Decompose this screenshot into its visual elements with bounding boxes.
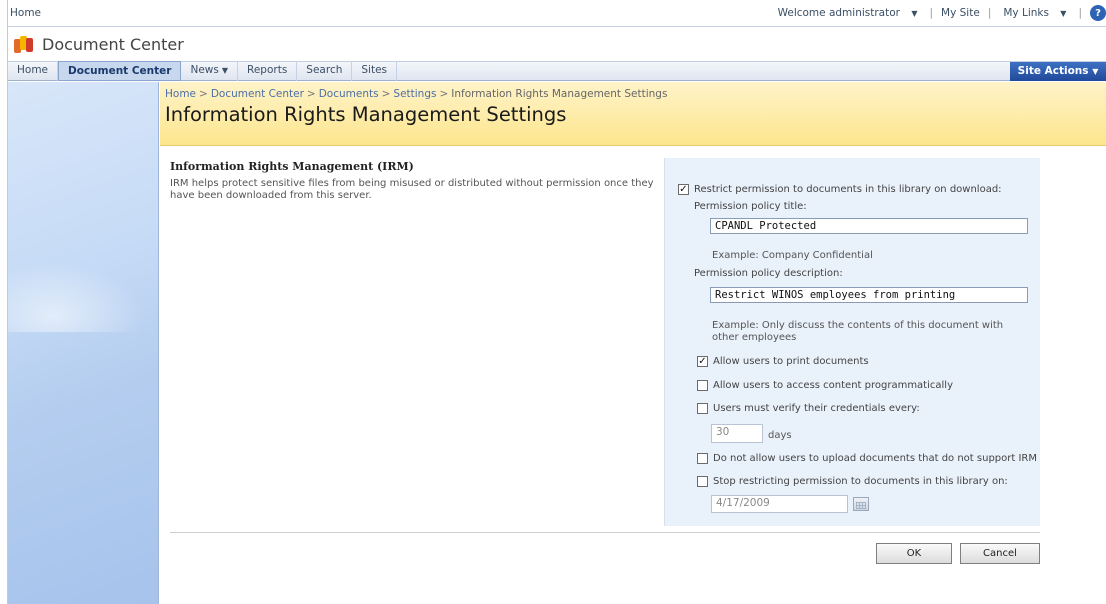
- restrict-permission-option: ✓ Restrict permission to documents in th…: [678, 184, 1002, 195]
- breadcrumb-document-center[interactable]: Document Center: [211, 88, 304, 100]
- allow-programmatic-checkbox[interactable]: [697, 380, 708, 391]
- breadcrumb-sep: >: [439, 88, 449, 100]
- my-links-label: My Links: [1003, 7, 1049, 19]
- separator: |: [987, 7, 992, 19]
- allow-print-option: ✓ Allow users to print documents: [697, 356, 869, 367]
- policy-description-example: Example: Only discuss the contents of th…: [712, 320, 1004, 343]
- no-upload-option: Do not allow users to upload documents t…: [697, 453, 1037, 464]
- days-label: days: [768, 430, 792, 441]
- nav-tab-reports[interactable]: Reports: [238, 61, 298, 81]
- allow-print-label: Allow users to print documents: [713, 356, 869, 367]
- nav-tab-news[interactable]: News ▼: [181, 61, 239, 81]
- breadcrumb-documents[interactable]: Documents: [319, 88, 379, 100]
- allow-print-checkbox[interactable]: ✓: [697, 356, 708, 367]
- allow-programmatic-label: Allow users to access content programmat…: [713, 380, 953, 391]
- calendar-icon[interactable]: [853, 497, 869, 511]
- restrict-permission-checkbox[interactable]: ✓: [678, 184, 689, 195]
- verify-credentials-option: Users must verify their credentials ever…: [697, 403, 920, 414]
- nav-news-label: News: [190, 64, 219, 76]
- policy-description-label: Permission policy description:: [694, 268, 843, 279]
- site-title[interactable]: Document Center: [42, 35, 184, 54]
- site-actions-label: Site Actions: [1017, 65, 1089, 77]
- welcome-label: Welcome administrator: [777, 7, 900, 19]
- site-actions-menu[interactable]: Site Actions ▼: [1010, 62, 1106, 81]
- my-links-dropdown-icon: ▼: [1060, 9, 1067, 18]
- form-divider: [170, 532, 1040, 533]
- welcome-menu[interactable]: Welcome administrator ▼: [770, 7, 926, 19]
- stop-date-input[interactable]: 4/17/2009: [711, 495, 848, 513]
- quick-launch-panel: [8, 82, 159, 604]
- no-upload-checkbox[interactable]: [697, 453, 708, 464]
- stop-restricting-option: Stop restricting permission to documents…: [697, 476, 1008, 487]
- breadcrumb: Home > Document Center > Documents > Settings >…: [165, 88, 667, 100]
- site-header: Document Center: [14, 35, 184, 54]
- section-description: IRM helps protect sensitive files from b…: [170, 178, 654, 201]
- my-site-link[interactable]: My Site: [937, 7, 984, 19]
- breadcrumb-sep: >: [199, 88, 208, 100]
- window: Home Welcome administrator ▼ | My Site |…: [0, 0, 1106, 604]
- breadcrumb-home[interactable]: Home: [165, 88, 196, 100]
- nav-tab-sites[interactable]: Sites: [352, 61, 398, 81]
- help-icon[interactable]: ?: [1090, 5, 1106, 21]
- page-title-area: Home > Document Center > Documents > Settings >…: [160, 82, 1106, 146]
- global-top-bar: Home Welcome administrator ▼ | My Site |…: [0, 0, 1106, 27]
- policy-title-input[interactable]: CPANDL Protected: [710, 218, 1028, 234]
- nav-tab-search[interactable]: Search: [297, 61, 353, 81]
- site-logo-icon: [14, 35, 36, 54]
- verify-credentials-checkbox[interactable]: [697, 403, 708, 414]
- window-edge: [0, 0, 8, 604]
- allow-programmatic-option: Allow users to access content programmat…: [697, 380, 953, 391]
- my-links-menu[interactable]: My Links ▼: [995, 7, 1074, 19]
- policy-description-input[interactable]: Restrict WINOS employees from printing: [710, 287, 1028, 303]
- policy-title-example: Example: Company Confidential: [712, 250, 873, 261]
- verify-credentials-label: Users must verify their credentials ever…: [713, 403, 920, 414]
- ok-button[interactable]: OK: [876, 543, 952, 564]
- breadcrumb-current: Information Rights Management Settings: [451, 88, 668, 100]
- chevron-down-icon: ▼: [1092, 67, 1099, 76]
- page-title: Information Rights Management Settings: [165, 103, 567, 126]
- top-home-link[interactable]: Home: [10, 7, 41, 19]
- stop-restricting-checkbox[interactable]: [697, 476, 708, 487]
- nav-tab-home[interactable]: Home: [8, 61, 59, 81]
- welcome-dropdown-icon: ▼: [911, 9, 918, 18]
- verify-days-input[interactable]: 30: [711, 424, 763, 443]
- section-title: Information Rights Management (IRM): [170, 160, 414, 173]
- nav-tab-document-center[interactable]: Document Center: [58, 61, 182, 81]
- separator: |: [1078, 7, 1082, 19]
- policy-title-label: Permission policy title:: [694, 201, 807, 212]
- breadcrumb-sep: >: [306, 88, 316, 100]
- cancel-button[interactable]: Cancel: [960, 543, 1040, 564]
- breadcrumb-sep: >: [381, 88, 391, 100]
- restrict-permission-label: Restrict permission to documents in this…: [694, 184, 1002, 195]
- no-upload-label: Do not allow users to upload documents t…: [713, 453, 1037, 464]
- breadcrumb-settings[interactable]: Settings: [393, 88, 436, 100]
- stop-restricting-label: Stop restricting permission to documents…: [713, 476, 1008, 487]
- irm-section-description: Information Rights Management (IRM) IRM …: [170, 160, 660, 202]
- top-links: Welcome administrator ▼ | My Site | My L…: [770, 5, 1106, 21]
- chevron-down-icon: ▼: [221, 66, 229, 75]
- top-nav: Home Document Center News ▼ Reports Searc…: [8, 61, 398, 81]
- separator: |: [929, 7, 934, 19]
- decorative-swoosh: [8, 252, 159, 332]
